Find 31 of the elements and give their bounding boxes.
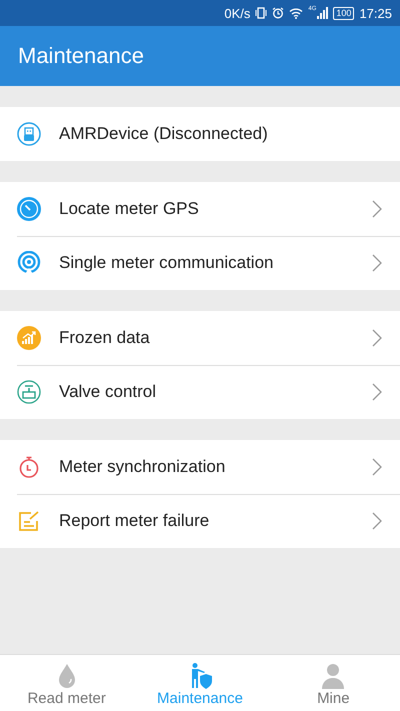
menu-item[interactable]: Meter synchronization — [0, 440, 400, 494]
clock: 17:25 — [359, 6, 392, 20]
nav-tab[interactable]: Mine — [266, 655, 400, 711]
menu-item[interactable]: Single meter communication — [0, 236, 400, 290]
signal-icon — [17, 251, 41, 275]
nav-tab[interactable]: Read meter — [0, 655, 134, 711]
edit-icon — [17, 509, 41, 533]
valve-icon — [17, 380, 41, 404]
item-label: Report meter failure — [59, 511, 210, 531]
item-label: Single meter communication — [59, 253, 274, 273]
menu-item[interactable]: Locate meter GPS — [0, 182, 400, 236]
item-label: Frozen data — [59, 328, 151, 348]
menu-item[interactable]: Report meter failure — [0, 494, 400, 548]
alarm-icon — [272, 7, 284, 19]
item-label: AMRDevice (Disconnected) — [59, 124, 269, 144]
stopwatch-icon — [17, 455, 41, 479]
signal-icon — [317, 7, 328, 19]
chart-icon — [17, 326, 41, 350]
battery-level: 100 — [333, 6, 354, 20]
menu-item[interactable]: Valve control — [0, 365, 400, 419]
item-label: Meter synchronization — [59, 457, 226, 477]
compass-icon — [17, 197, 41, 221]
wifi-icon — [289, 7, 304, 19]
item-label: Locate meter GPS — [59, 199, 200, 219]
menu-item[interactable]: Frozen data — [0, 311, 400, 365]
item-label: Valve control — [59, 382, 158, 402]
usb-icon — [17, 122, 41, 146]
vibrate-icon — [255, 7, 268, 19]
screen-title: Maintenance — [18, 43, 144, 69]
menu-item[interactable]: AMRDevice (Disconnected) — [0, 107, 400, 161]
network-speed: 0K/s — [224, 6, 250, 20]
